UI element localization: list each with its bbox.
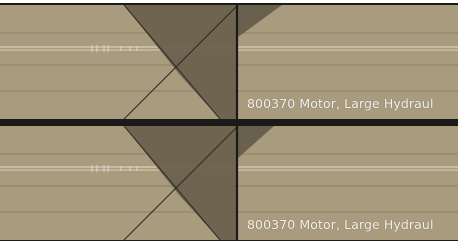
timeline-viewport: 800370 Motor, Large Hydraul 800370 Motor… bbox=[0, 0, 458, 249]
timeline-panel: 800370 Motor, Large Hydraul 800370 Motor… bbox=[0, 3, 458, 241]
timeline-track-2[interactable]: 800370 Motor, Large Hydraul bbox=[0, 126, 458, 240]
waveform-ticks bbox=[91, 45, 138, 52]
transition-tail bbox=[238, 5, 282, 37]
transition-tail bbox=[238, 126, 274, 158]
timeline-track-1[interactable]: 800370 Motor, Large Hydraul bbox=[0, 5, 458, 119]
waveform-ticks bbox=[91, 165, 138, 172]
clip-label-track-2: 800370 Motor, Large Hydraul bbox=[247, 217, 434, 232]
clip-label-track-1: 800370 Motor, Large Hydraul bbox=[247, 96, 434, 111]
